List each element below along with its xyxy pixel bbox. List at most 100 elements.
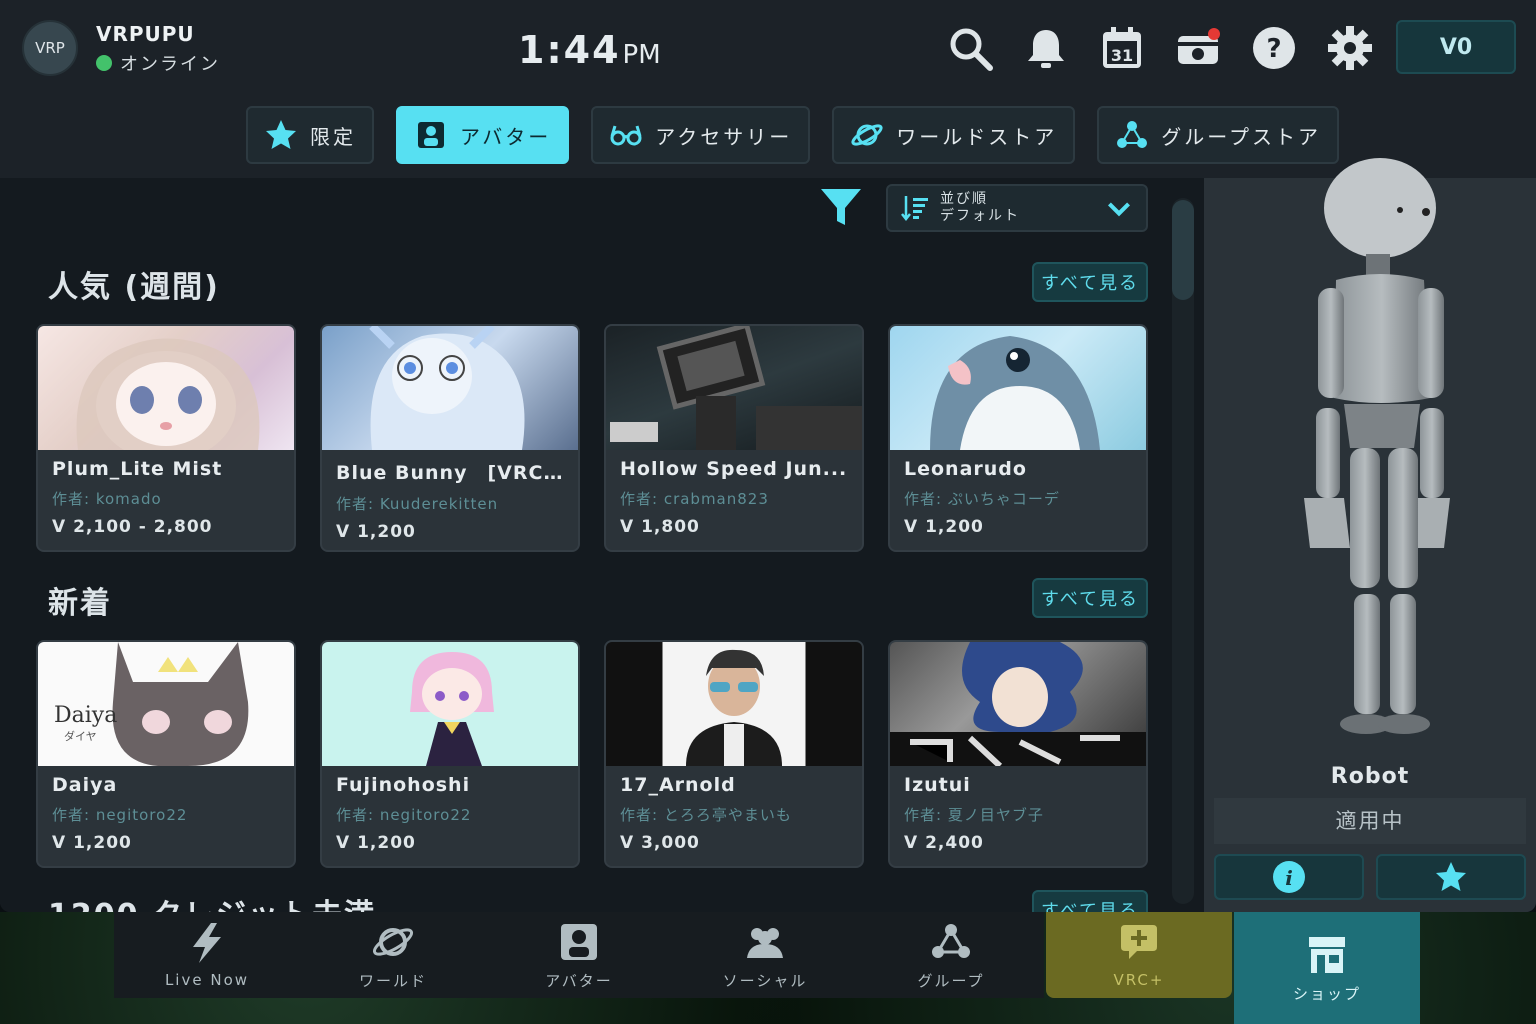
tab-label: アクセサリー <box>655 124 793 149</box>
item-price: V 1,200 <box>336 833 416 853</box>
clock: 1:44 PM <box>518 28 661 72</box>
username: VRPUPU <box>96 22 195 46</box>
item-name: Fujinohoshi <box>336 774 471 796</box>
vrcplus-icon <box>1121 925 1157 959</box>
thumbnail-hollow-speed <box>606 326 862 450</box>
tab-avatar[interactable]: アバター <box>396 106 570 164</box>
nav-label: アバター <box>545 971 613 990</box>
see-all-button-new[interactable]: すべて見る <box>1032 578 1148 618</box>
nav-label: ワールド <box>358 971 427 990</box>
info-icon: i <box>1273 861 1305 893</box>
robot-model[interactable] <box>1254 108 1494 748</box>
preview-avatar-name: Robot <box>1330 764 1410 789</box>
nav-shop[interactable]: ショップ <box>1234 912 1420 1024</box>
sort-text: 並び順 デフォルト <box>940 191 1020 225</box>
nav-label: Live Now <box>164 971 250 989</box>
sort-icon <box>901 196 928 222</box>
tab-label: アバター <box>460 124 552 149</box>
item-author: 作者: crabman823 <box>620 490 769 508</box>
item-author: 作者: Kuuderekitten <box>336 495 499 513</box>
see-all-button-under-1200[interactable]: すべて見る <box>1032 890 1148 912</box>
item-price: V 1,200 <box>904 517 984 537</box>
bottom-nav: Live Now ワールド アバター ソーシャル グループ VRC+ ショップ <box>114 912 1420 1024</box>
avatar-card[interactable]: Hollow Speed Jun... 作者: crabman823 V 1,8… <box>604 324 864 552</box>
item-name: Hollow Speed Jun... <box>620 458 848 480</box>
category-tabs: 限定 アバター アクセサリー ワールドストア グループストア <box>246 106 1340 164</box>
top-toolbar: 31 ? <box>944 22 1376 74</box>
nav-world[interactable]: ワールド <box>300 912 486 998</box>
chevron-down-icon <box>1108 202 1130 217</box>
thumbnail-plum <box>38 326 294 450</box>
bell-icon[interactable] <box>1020 22 1072 74</box>
avatar-card[interactable]: Daiya ダイヤ Daiya 作者: negitoro22 V 1,200 <box>36 640 296 868</box>
avatar-card[interactable]: Izutui 作者: 夏ノ目ヤブ子 V 2,400 <box>888 640 1148 868</box>
calendar-icon[interactable]: 31 <box>1096 22 1148 74</box>
nav-live-now[interactable]: Live Now <box>114 912 300 998</box>
item-author: 作者: negitoro22 <box>52 806 188 824</box>
glasses-icon <box>610 125 642 146</box>
item-name: Blue Bunny [VRC... <box>336 462 564 484</box>
avatar-card[interactable]: Plum_Lite Mist 作者: komado V 2,100 - 2,80… <box>36 324 296 552</box>
item-name: Daiya <box>52 774 118 796</box>
nav-group[interactable]: グループ <box>858 912 1044 998</box>
nav-label: VRC+ <box>1113 971 1165 989</box>
avatar-icon <box>418 122 444 148</box>
item-price: V 2,100 - 2,800 <box>52 517 213 537</box>
see-all-button-popular[interactable]: すべて見る <box>1032 262 1148 302</box>
avatar-preview-panel: Robot 適用中 i <box>1204 158 1536 912</box>
nav-vrc-plus[interactable]: VRC+ <box>1046 912 1232 998</box>
thumbnail-subtitle: ダイヤ <box>64 729 97 743</box>
popular-row: Plum_Lite Mist 作者: komado V 2,100 - 2,80… <box>36 324 1148 552</box>
online-dot-icon <box>96 55 112 71</box>
preview-status: 適用中 <box>1214 798 1526 844</box>
planet-icon <box>851 124 883 146</box>
help-icon[interactable]: ? <box>1248 22 1300 74</box>
filter-icon[interactable] <box>818 184 864 230</box>
avatar-card[interactable]: Fujinohoshi 作者: negitoro22 V 1,200 <box>320 640 580 868</box>
item-name: 17_Arnold <box>620 774 736 796</box>
avatar-card[interactable]: Leonarudo 作者: ぷいちゃコーデ V 1,200 <box>888 324 1148 552</box>
tab-accessory[interactable]: アクセサリー <box>591 106 811 164</box>
calendar-day: 31 <box>1111 46 1133 65</box>
camera-icon[interactable] <box>1172 22 1224 74</box>
tab-limited[interactable]: 限定 <box>246 106 374 164</box>
svg-text:?: ? <box>1266 34 1281 64</box>
item-author: 作者: komado <box>52 490 162 508</box>
credits-button[interactable]: V0 <box>1396 20 1516 74</box>
tab-world-store[interactable]: ワールドストア <box>832 106 1076 164</box>
item-author: 作者: ぷいちゃコーデ <box>904 490 1060 508</box>
scrollbar-thumb[interactable] <box>1172 200 1194 300</box>
nav-social[interactable]: ソーシャル <box>672 912 858 998</box>
shop-window: VRP VRPUPU オンライン 1:44 PM 31 ? V0 限定 アバター… <box>0 0 1536 912</box>
avatar[interactable]: VRP <box>22 20 78 76</box>
clock-ampm: PM <box>622 40 661 70</box>
star-icon <box>266 120 296 149</box>
nav-label: グループ <box>917 971 985 990</box>
sort-value: デフォルト <box>940 208 1020 224</box>
search-icon[interactable] <box>944 22 996 74</box>
gear-icon[interactable] <box>1324 22 1376 74</box>
tab-label: ワールドストア <box>896 124 1058 149</box>
avatar-card[interactable]: Blue Bunny [VRC... 作者: Kuuderekitten V 1… <box>320 324 580 552</box>
thumbnail-daiya: Daiya ダイヤ <box>38 642 294 766</box>
sort-label: 並び順 <box>940 191 988 207</box>
group-icon <box>1117 121 1148 148</box>
avatar-card[interactable]: 17_Arnold 作者: とろろ亭やまいも V 3,000 <box>604 640 864 868</box>
thumbnail-blue-bunny <box>322 326 578 450</box>
sort-dropdown[interactable]: 並び順 デフォルト <box>886 184 1148 232</box>
item-price: V 2,400 <box>904 833 984 853</box>
item-name: Leonarudo <box>904 458 1027 480</box>
item-author: 作者: とろろ亭やまいも <box>620 806 792 824</box>
info-button[interactable]: i <box>1214 854 1364 900</box>
item-price: V 1,200 <box>52 833 132 853</box>
nav-avatar[interactable]: アバター <box>486 912 672 998</box>
avatar-icon <box>561 923 597 960</box>
section-title-under-1200: 1200 クレジット未満 <box>48 890 376 912</box>
favorite-button[interactable] <box>1376 854 1526 900</box>
people-icon <box>747 927 783 958</box>
new-row: Daiya ダイヤ Daiya 作者: negitoro22 V 1,200 Fu… <box>36 640 1148 868</box>
section-title-popular: 人気 (週間) <box>48 270 220 305</box>
tab-label: 限定 <box>310 124 356 149</box>
scrollbar-track[interactable] <box>1172 198 1194 904</box>
item-name: Izutui <box>904 774 971 796</box>
